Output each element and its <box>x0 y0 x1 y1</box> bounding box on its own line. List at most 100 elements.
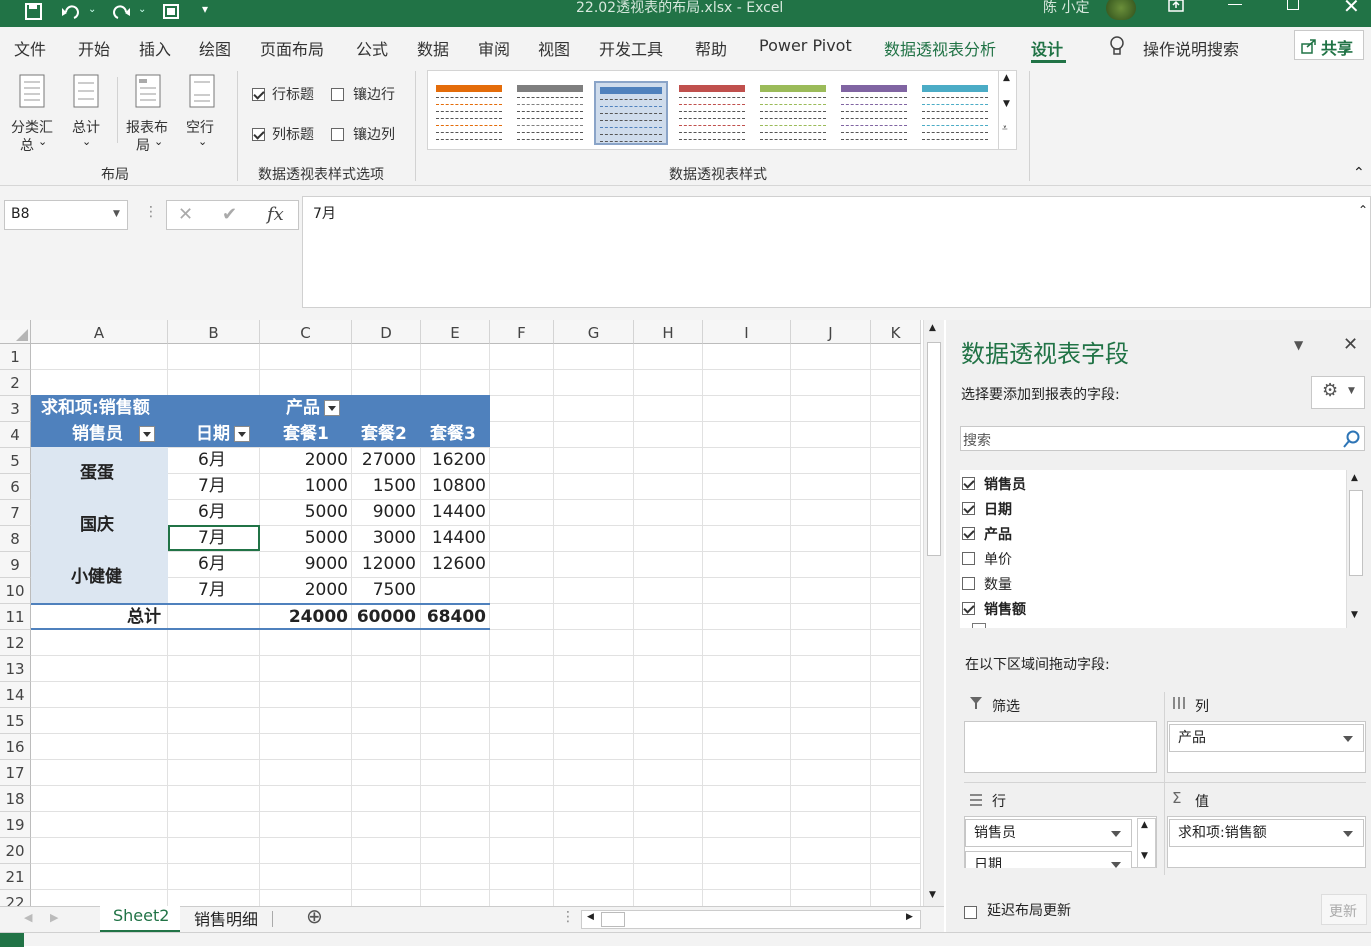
redo-icon[interactable] <box>110 2 132 22</box>
scroll-up-icon[interactable]: ▲ <box>1141 820 1148 830</box>
pivot-date-cell[interactable]: 7月 <box>198 577 258 603</box>
close-icon[interactable]: ✕ <box>1343 0 1360 18</box>
pivot-value-cell[interactable]: 1500 <box>352 473 416 499</box>
tab-insert[interactable]: 插入 <box>139 36 171 60</box>
scroll-up-icon[interactable]: ▲ <box>929 323 936 333</box>
sheet-tab-sheet2[interactable]: Sheet2 <box>100 906 180 933</box>
collapse-formula-icon[interactable]: ⌃ <box>1358 203 1368 217</box>
row-header[interactable]: 11 <box>0 604 31 630</box>
row-header[interactable]: 15 <box>0 708 31 734</box>
user-name[interactable]: 陈 小定 <box>1043 0 1089 17</box>
tab-developer[interactable]: 开发工具 <box>599 36 663 60</box>
scroll-thumb[interactable] <box>601 912 625 927</box>
name-box[interactable]: B8 ▼ <box>4 200 128 230</box>
search-icon[interactable] <box>1343 430 1361 448</box>
pivot-value-cell[interactable]: 9000 <box>260 551 348 577</box>
column-header[interactable]: I <box>703 320 791 344</box>
pivot-salesperson-label[interactable]: 销售员 <box>72 421 155 447</box>
tab-power-pivot[interactable]: Power Pivot <box>759 36 852 55</box>
pivot-col-head[interactable]: 套餐1 <box>283 421 329 447</box>
pivot-title[interactable]: 求和项:销售额 <box>41 395 150 421</box>
subtotals-button[interactable]: 分类汇 总 ⌄ <box>8 69 60 154</box>
column-header[interactable]: J <box>791 320 871 344</box>
checkbox-checked-icon[interactable] <box>962 602 975 615</box>
row-field-pill[interactable]: 销售员 <box>965 819 1132 847</box>
checkbox-checked-icon[interactable] <box>962 502 975 515</box>
pivot-total[interactable]: 24000 <box>260 604 348 630</box>
redo-dropdown-icon[interactable]: ⌄ <box>138 4 146 15</box>
vertical-scrollbar[interactable]: ▲ ▼ <box>923 320 944 906</box>
pivot-value-cell[interactable]: 2000 <box>260 577 348 603</box>
row-header[interactable]: 18 <box>0 786 31 812</box>
gallery-up-icon[interactable]: ▲ <box>1003 73 1010 83</box>
row-header[interactable]: 3 <box>0 396 31 422</box>
pivot-value-cell[interactable]: 16200 <box>421 447 486 473</box>
tab-view[interactable]: 视图 <box>538 36 570 60</box>
row-header[interactable]: 10 <box>0 578 31 604</box>
column-header[interactable]: G <box>554 320 634 344</box>
undo-icon[interactable] <box>60 2 82 22</box>
pivot-row-name[interactable]: 小健健 <box>71 564 122 590</box>
pivot-style-gallery[interactable]: ▲ ▼ ⩡ <box>427 70 1017 150</box>
pivot-value-cell[interactable]: 7500 <box>352 577 416 603</box>
customize-qat-icon[interactable]: ▾ <box>202 2 208 16</box>
pivot-date-cell[interactable]: 6月 <box>198 499 258 525</box>
add-sheet-icon[interactable]: ⊕ <box>306 904 323 928</box>
pivot-style-thumbnail[interactable] <box>756 81 830 145</box>
tab-pivot-analyze[interactable]: 数据透视表分析 <box>884 36 996 60</box>
field-search-input[interactable]: 搜索 <box>960 426 1365 451</box>
row-header[interactable]: 20 <box>0 838 31 864</box>
defer-update-checkbox[interactable] <box>964 906 977 919</box>
insert-function-icon[interactable]: fx <box>267 204 284 225</box>
row-header[interactable]: 22 <box>0 890 31 906</box>
pivot-date-cell[interactable]: 6月 <box>198 551 258 577</box>
pivot-value-cell[interactable]: 3000 <box>352 525 416 551</box>
row-field-pill[interactable]: 日期 <box>965 851 1132 868</box>
minimize-icon[interactable] <box>1228 4 1242 5</box>
collapse-ribbon-icon[interactable]: ⌃ <box>1353 165 1365 181</box>
field-item[interactable]: 销售额 <box>962 598 1342 618</box>
scroll-right-icon[interactable]: ▶ <box>906 912 913 922</box>
formula-input[interactable]: 7月 ⌃ <box>302 196 1371 308</box>
pane-options-icon[interactable]: ▼ <box>1294 338 1303 352</box>
pivot-style-thumbnail[interactable] <box>432 81 506 145</box>
touch-mode-icon[interactable] <box>162 2 182 22</box>
field-item[interactable]: 单价 <box>962 548 1342 568</box>
blank-rows-button[interactable]: 空行 ⌄ <box>184 69 224 151</box>
enter-icon[interactable]: ✔ <box>222 204 237 225</box>
pivot-date-cell[interactable]: 7月 <box>198 473 258 499</box>
pivot-date-label[interactable]: 日期 <box>196 421 250 447</box>
scroll-down-icon[interactable]: ▼ <box>1351 610 1358 620</box>
pivot-product-label[interactable]: 产品 <box>286 395 340 421</box>
banded-rows-checkbox[interactable]: 镶边行 <box>331 84 395 104</box>
column-header[interactable]: A <box>31 320 168 344</box>
filters-drop-area[interactable] <box>964 721 1157 773</box>
share-button[interactable]: 共享 <box>1294 30 1364 60</box>
pivot-total[interactable]: 60000 <box>352 604 416 630</box>
row-header[interactable]: 5 <box>0 448 31 474</box>
maximize-icon[interactable] <box>1287 0 1299 10</box>
pivot-total-label[interactable]: 总计 <box>127 604 161 630</box>
tab-home[interactable]: 开始 <box>78 36 110 60</box>
tab-page-layout[interactable]: 页面布局 <box>260 36 324 60</box>
horizontal-scrollbar[interactable]: ◀ ▶ <box>581 910 921 929</box>
grand-totals-button[interactable]: 总计 ⌄ <box>68 69 108 151</box>
field-list-scrollbar[interactable]: ▲ ▼ <box>1346 470 1365 628</box>
tab-help[interactable]: 帮助 <box>695 36 727 60</box>
row-header[interactable]: 17 <box>0 760 31 786</box>
checkbox-checked-icon[interactable] <box>962 477 975 490</box>
field-settings-button[interactable]: ⚙ ▼ <box>1311 376 1365 409</box>
field-item[interactable]: 日期 <box>962 498 1342 518</box>
column-header[interactable]: K <box>871 320 921 344</box>
value-field-pill[interactable]: 求和项:销售额 <box>1169 819 1364 847</box>
field-item[interactable]: 数量 <box>962 573 1342 593</box>
next-sheet-icon[interactable]: ▶ <box>50 911 58 924</box>
column-field-pill[interactable]: 产品 <box>1169 724 1364 752</box>
row-header[interactable]: 8 <box>0 526 31 552</box>
scroll-thumb[interactable] <box>927 342 941 556</box>
row-header[interactable]: 21 <box>0 864 31 890</box>
pivot-value-cell[interactable]: 12600 <box>421 551 486 577</box>
filter-dropdown-icon[interactable] <box>324 400 340 416</box>
scroll-down-icon[interactable]: ▼ <box>1141 851 1148 861</box>
tab-file[interactable]: 文件 <box>14 36 46 60</box>
